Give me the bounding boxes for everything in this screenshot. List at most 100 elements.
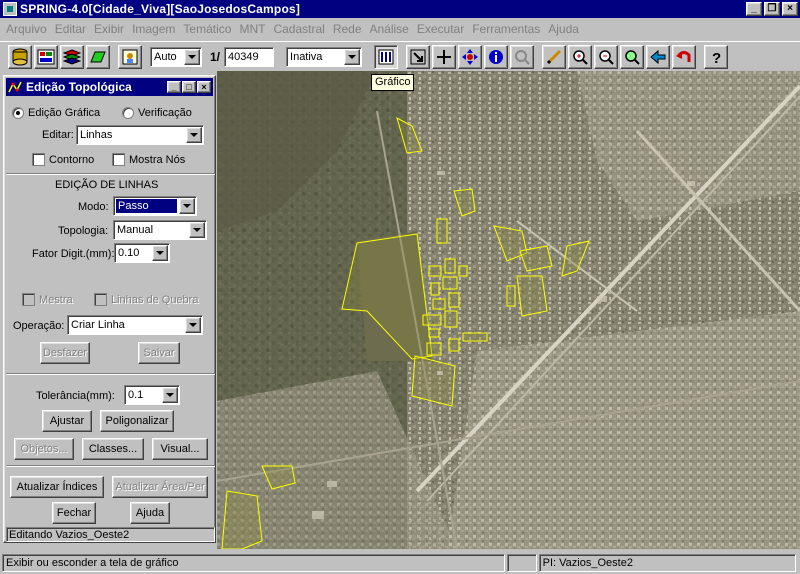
pan-icon[interactable] xyxy=(458,44,483,69)
tolerancia-combo[interactable]: 0.1 xyxy=(124,385,180,405)
linhas-quebra-checkbox[interactable]: Linhas de Quebra xyxy=(94,293,198,306)
restore-button[interactable]: ❐ xyxy=(764,2,780,16)
contorno-label: Contorno xyxy=(49,153,95,166)
desfazer-button[interactable]: Desfazer xyxy=(40,342,90,364)
classes-button[interactable]: Classes... xyxy=(82,438,144,460)
cursor-info-icon[interactable] xyxy=(510,44,535,69)
window-title: SPRING-4.0[Cidade_Viva][SaoJosedosCampos… xyxy=(20,2,301,16)
divider xyxy=(6,373,215,375)
dialog-status: Editando Vazios_Oeste2 xyxy=(6,527,215,542)
topologia-combo[interactable]: Manual xyxy=(113,220,207,240)
select-arrow-icon[interactable] xyxy=(406,44,431,69)
pencil-icon[interactable] xyxy=(542,44,567,69)
editar-label: Editar: xyxy=(42,129,74,141)
graphic-toggle-icon[interactable] xyxy=(374,44,399,69)
spring-app-icon xyxy=(3,2,17,16)
title-bar: SPRING-4.0[Cidade_Viva][SaoJosedosCampos… xyxy=(0,0,800,18)
fator-label: Fator Digit.(mm): xyxy=(32,248,115,260)
menu-analise[interactable]: Análise xyxy=(366,22,413,36)
menu-executar[interactable]: Executar xyxy=(413,22,468,36)
mostra-nos-label: Mostra Nós xyxy=(129,153,186,166)
mostra-nos-check-indicator[interactable] xyxy=(112,153,125,166)
visual-button[interactable]: Visual... xyxy=(152,438,208,460)
dialog-minimize-button[interactable]: _ xyxy=(167,81,181,93)
radio-verificacao-indicator[interactable] xyxy=(122,107,134,119)
menu-ferramentas[interactable]: Ferramentas xyxy=(468,22,544,36)
menu-bar: Arquivo Editar Exibir Imagem Temático MN… xyxy=(0,19,800,38)
ajustar-button[interactable]: Ajustar xyxy=(42,410,92,432)
mestra-label: Mestra xyxy=(39,293,73,306)
operacao-combo[interactable]: Criar Linha xyxy=(67,315,203,335)
menu-tematico[interactable]: Temático xyxy=(179,22,235,36)
tooltip: Gráfico xyxy=(371,74,415,91)
modo-label: Modo: xyxy=(78,201,109,213)
dialog-restore-button[interactable]: □ xyxy=(182,81,196,93)
ajuda-button[interactable]: Ajuda xyxy=(130,502,170,524)
previous-view-icon[interactable] xyxy=(646,44,671,69)
topology-icon xyxy=(8,80,22,94)
menu-rede[interactable]: Rede xyxy=(329,22,366,36)
divider xyxy=(6,465,215,467)
crosshair-icon[interactable] xyxy=(432,44,457,69)
status-empty-panel xyxy=(506,554,537,572)
contorno-checkbox[interactable]: Contorno xyxy=(32,153,94,166)
mostra-nos-checkbox[interactable]: Mostra Nós xyxy=(112,153,185,166)
menu-imagem[interactable]: Imagem xyxy=(128,22,179,36)
minimize-button[interactable]: _ xyxy=(746,2,762,16)
menu-arquivo[interactable]: Arquivo xyxy=(2,22,51,36)
satellite-image xyxy=(217,71,800,549)
plane-icon[interactable] xyxy=(86,44,110,69)
scale-prefix: 1/ xyxy=(210,49,221,64)
map-canvas[interactable] xyxy=(217,71,800,549)
objetos-button[interactable]: Objetos... xyxy=(14,438,74,460)
layers-icon[interactable] xyxy=(60,44,84,69)
modo-combo[interactable]: Passo xyxy=(113,196,197,216)
svg-text:?: ? xyxy=(712,50,721,66)
status-message: Exibir ou esconder a tela de gráfico xyxy=(2,554,505,572)
contorno-check-indicator[interactable] xyxy=(32,153,45,166)
radio-grafica-indicator[interactable] xyxy=(12,107,24,119)
dialog-title: Edição Topológica xyxy=(26,80,132,94)
tolerancia-label: Tolerância(mm): xyxy=(36,390,115,402)
undo-icon[interactable] xyxy=(672,44,697,69)
divider xyxy=(6,173,215,175)
project-icon[interactable] xyxy=(34,44,58,69)
info-icon[interactable] xyxy=(484,44,509,69)
atualizar-indices-button[interactable]: Atualizar Índices xyxy=(10,476,104,498)
menu-mnt[interactable]: MNT xyxy=(235,22,269,36)
menu-cadastral[interactable]: Cadastral xyxy=(269,22,328,36)
topologia-label: Topologia: xyxy=(58,225,109,237)
status-pi: PI: Vazios_Oeste2 xyxy=(538,554,796,572)
linhas-quebra-label: Linhas de Quebra xyxy=(111,293,199,306)
radio-verificacao[interactable]: Verificação xyxy=(122,107,192,119)
fator-combo[interactable]: 0.10 xyxy=(114,243,170,263)
radio-edicao-grafica[interactable]: Edição Gráfica xyxy=(12,107,100,119)
topological-edit-dialog: Edição Topológica _ □ × Edição Gráfica V… xyxy=(3,75,216,543)
atualizar-area-button[interactable]: Atualizar Área/Per xyxy=(112,476,208,498)
operacao-label: Operação: xyxy=(13,320,65,332)
salvar-button[interactable]: Salvar xyxy=(138,342,180,364)
zoom-in-icon[interactable] xyxy=(568,44,593,69)
dialog-title-bar: Edição Topológica _ □ × xyxy=(6,78,213,96)
menu-editar[interactable]: Editar xyxy=(51,22,90,36)
linhas-quebra-check-indicator[interactable] xyxy=(94,293,107,306)
zoom-area-icon[interactable] xyxy=(620,44,645,69)
menu-ajuda[interactable]: Ajuda xyxy=(544,22,583,36)
active-mode-combo[interactable]: Inativa xyxy=(286,46,363,67)
mestra-checkbox[interactable]: Mestra xyxy=(22,293,73,306)
scale-input[interactable]: 40349 xyxy=(224,46,275,67)
tools-icon[interactable] xyxy=(118,44,142,69)
editar-combo[interactable]: Linhas xyxy=(76,125,204,145)
menu-exibir[interactable]: Exibir xyxy=(90,22,128,36)
radio-grafica-label: Edição Gráfica xyxy=(28,107,101,119)
database-icon[interactable] xyxy=(8,44,32,69)
dialog-close-button[interactable]: × xyxy=(197,81,211,93)
zoom-combo[interactable]: Auto xyxy=(150,46,202,67)
status-bar: Exibir ou esconder a tela de gráfico PI:… xyxy=(0,552,800,574)
close-button[interactable]: × xyxy=(782,2,798,16)
fechar-button[interactable]: Fechar xyxy=(52,502,96,524)
zoom-out-icon[interactable] xyxy=(594,44,619,69)
mestra-check-indicator[interactable] xyxy=(22,293,35,306)
poligonalizar-button[interactable]: Poligonalizar xyxy=(100,410,174,432)
help-icon[interactable]: ? xyxy=(704,44,729,69)
